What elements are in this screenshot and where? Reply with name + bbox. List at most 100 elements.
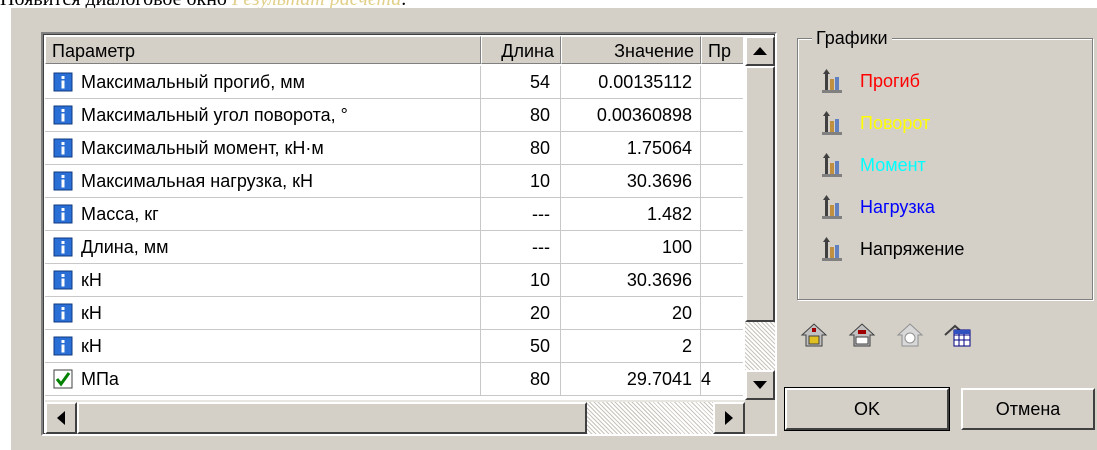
parameter-text: Максимальный угол поворота, ° — [81, 105, 348, 125]
table-row[interactable]: Масса, кг --- 1.482 — [45, 198, 743, 231]
cell-parameter: Длина, мм — [45, 231, 481, 263]
scroll-up-button[interactable] — [745, 36, 775, 66]
graph-item-label: Прогиб — [860, 71, 920, 91]
cell-parameter: Максимальный прогиб, мм — [45, 66, 481, 98]
cell-length: 10 — [481, 165, 561, 197]
cell-value: 29.7041 — [561, 363, 701, 395]
info-icon — [53, 303, 73, 323]
arrow-left-icon — [57, 411, 65, 425]
cancel-button[interactable]: Отмена — [961, 388, 1095, 430]
beam-graph-icon — [822, 111, 842, 135]
cell-length: 20 — [481, 297, 561, 329]
cell-parameter: Максимальный момент, кН·м — [45, 132, 481, 164]
check-icon — [53, 369, 73, 389]
cell-length: --- — [481, 231, 561, 263]
cell-value: 1.482 — [561, 198, 701, 230]
export-table-icon[interactable] — [941, 318, 975, 352]
arrow-right-icon — [725, 411, 733, 425]
graphs-group: Графики Прогиб Поворот Момент Нагрузка Напря… — [797, 26, 1093, 300]
vertical-scrollbar[interactable] — [745, 36, 775, 400]
cell-pr — [701, 264, 743, 296]
cell-parameter: кН — [45, 330, 481, 362]
cell-pr — [701, 132, 743, 164]
cell-value: 0.00135112 — [561, 66, 701, 98]
cell-length: 80 — [481, 132, 561, 164]
results-dialog: Параметр Длина Значение Пр Максимальный … — [10, 8, 1097, 450]
cell-pr — [701, 231, 743, 263]
table-row[interactable]: Максимальный момент, кН·м 80 1.75064 — [45, 132, 743, 165]
graph-item-label: Напряжение — [860, 239, 965, 259]
info-icon — [53, 138, 73, 158]
vertical-scroll-track[interactable] — [745, 322, 775, 370]
horizontal-scroll-thumb[interactable] — [77, 402, 587, 434]
info-icon — [53, 204, 73, 224]
graph-item-label: Поворот — [860, 113, 931, 133]
parameter-text: Масса, кг — [81, 204, 159, 224]
table-row[interactable]: кН 50 2 — [45, 330, 743, 363]
cell-pr — [701, 165, 743, 197]
vertical-scroll-thumb[interactable] — [745, 66, 775, 322]
column-header-parameter[interactable]: Параметр — [45, 36, 481, 64]
cell-length: 10 — [481, 264, 561, 296]
arrow-down-icon — [753, 381, 767, 389]
report-toolbar — [797, 318, 997, 358]
print-report-icon[interactable] — [845, 318, 879, 352]
cell-pr: 4 — [701, 363, 743, 395]
cell-parameter: Масса, кг — [45, 198, 481, 230]
cell-value: 1.75064 — [561, 132, 701, 164]
list-header: Параметр Длина Значение Пр — [45, 36, 743, 66]
info-icon — [53, 171, 73, 191]
cell-value: 2 — [561, 330, 701, 362]
scroll-down-button[interactable] — [745, 370, 775, 400]
cell-pr — [701, 99, 743, 131]
info-icon — [53, 237, 73, 257]
cell-pr — [701, 297, 743, 329]
cell-pr — [701, 330, 743, 362]
results-list[interactable]: Параметр Длина Значение Пр Максимальный … — [41, 32, 777, 436]
caption-text: Появится диалоговое окно Результат расче… — [0, 0, 406, 10]
table-row[interactable]: кН 10 30.3696 — [45, 264, 743, 297]
scroll-right-button[interactable] — [713, 402, 745, 434]
column-header-length[interactable]: Длина — [481, 36, 561, 64]
info-icon — [53, 270, 73, 290]
parameter-text: кН — [81, 336, 102, 356]
column-header-value[interactable]: Значение — [561, 36, 701, 64]
cell-length: 54 — [481, 66, 561, 98]
cell-parameter: кН — [45, 297, 481, 329]
table-row[interactable]: Максимальная нагрузка, кН 10 30.3696 — [45, 165, 743, 198]
info-icon — [53, 336, 73, 356]
cell-parameter: Максимальная нагрузка, кН — [45, 165, 481, 197]
cell-length: 80 — [481, 99, 561, 131]
list-rows: Максимальный прогиб, мм 54 0.00135112 Макси… — [45, 66, 743, 396]
horizontal-scroll-track[interactable] — [587, 402, 713, 434]
table-row[interactable]: МПа 80 29.7041 4 — [45, 363, 743, 396]
info-icon — [53, 72, 73, 92]
scroll-left-button[interactable] — [45, 402, 77, 434]
ok-button[interactable]: OK — [784, 387, 950, 431]
parameter-text: Длина, мм — [81, 237, 169, 257]
parameter-text: кН — [81, 270, 102, 290]
cell-value: 30.3696 — [561, 165, 701, 197]
save-report-icon[interactable] — [797, 318, 831, 352]
beam-graph-icon — [822, 237, 842, 261]
cell-pr — [701, 198, 743, 230]
beam-graph-icon — [822, 69, 842, 93]
horizontal-scrollbar[interactable] — [45, 400, 745, 434]
scrollbar-corner — [745, 400, 775, 434]
parameter-text: кН — [81, 303, 102, 323]
parameter-text: Максимальный момент, кН·м — [81, 138, 324, 158]
preview-report-icon[interactable] — [893, 318, 927, 352]
cell-parameter: МПа — [45, 363, 481, 395]
cell-value: 100 — [561, 231, 701, 263]
table-row[interactable]: Длина, мм --- 100 — [45, 231, 743, 264]
table-row[interactable]: Максимальный угол поворота, ° 80 0.0036089… — [45, 99, 743, 132]
cell-value: 20 — [561, 297, 701, 329]
parameter-text: Максимальный прогиб, мм — [81, 72, 305, 92]
cell-parameter: Максимальный угол поворота, ° — [45, 99, 481, 131]
info-icon — [53, 105, 73, 125]
table-row[interactable]: кН 20 20 — [45, 297, 743, 330]
parameter-text: Максимальная нагрузка, кН — [81, 171, 314, 191]
column-header-pr[interactable]: Пр — [701, 36, 743, 64]
cell-pr — [701, 66, 743, 98]
table-row[interactable]: Максимальный прогиб, мм 54 0.00135112 — [45, 66, 743, 99]
